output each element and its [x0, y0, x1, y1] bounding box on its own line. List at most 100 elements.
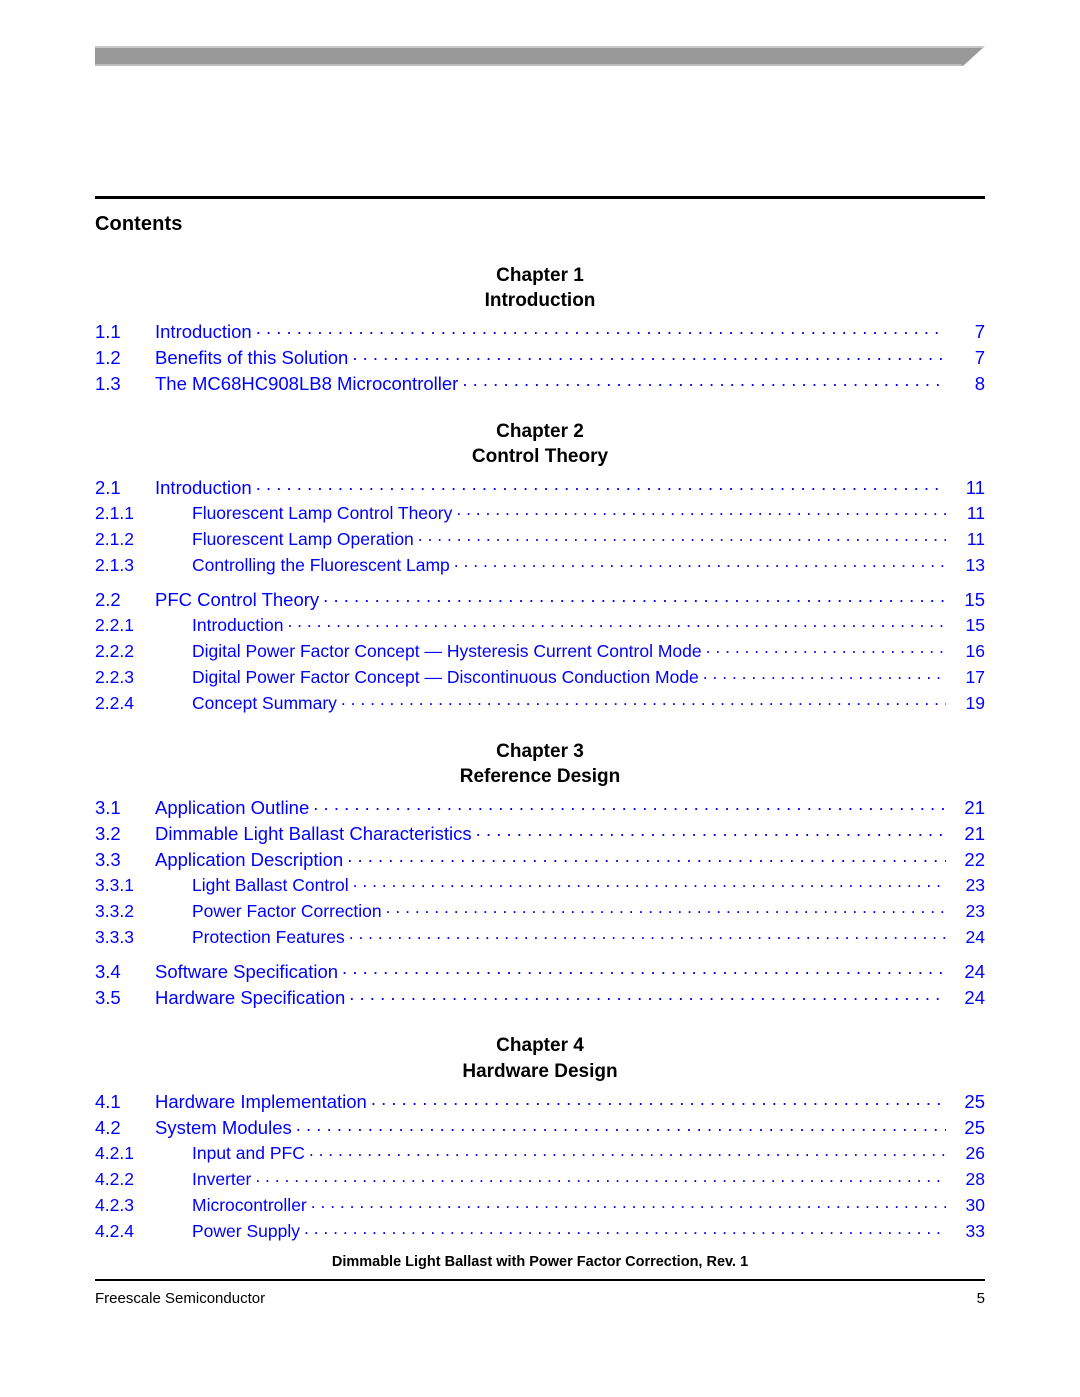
toc-entry-page: 15 — [965, 614, 985, 635]
toc-entry-list: 4.1 Hardware Implementation 25 4.2 System Mo… — [95, 1090, 985, 1246]
toc-entry-title: Light Ballast Control — [192, 874, 349, 895]
page-title: Contents — [95, 213, 183, 235]
toc-leader-dots — [454, 553, 946, 571]
toc-entry[interactable]: 3.3 Application Description 22 — [95, 847, 985, 873]
toc-leader-dots — [296, 1116, 946, 1135]
toc-leader-dots — [323, 587, 946, 606]
toc-entry-page: 11 — [966, 528, 985, 549]
toc-leader-dots — [311, 1194, 946, 1212]
toc-entry-number: 4.1 — [95, 1091, 121, 1113]
header-rule — [95, 196, 985, 199]
toc-entry[interactable]: 1.2 Benefits of this Solution 7 — [95, 345, 985, 371]
toc-entry-page: 26 — [965, 1143, 985, 1164]
toc-entry[interactable]: 3.5 Hardware Specification 24 — [95, 985, 985, 1011]
toc-entry[interactable]: 2.1.2 Fluorescent Lamp Operation 11 — [95, 527, 985, 553]
toc-entry[interactable]: 2.2 PFC Control Theory 15 — [95, 587, 985, 613]
toc-entry-page: 21 — [964, 796, 985, 818]
toc-entry-page: 13 — [965, 554, 985, 575]
toc-entry-title: Controlling the Fluorescent Lamp — [192, 554, 450, 575]
toc-leader-dots — [313, 795, 946, 814]
toc-entry-title: Introduction — [155, 320, 252, 342]
toc-entry-number: 2.1.3 — [95, 554, 134, 575]
toc-entry-page: 17 — [965, 666, 985, 687]
toc-entry-number: 4.2.2 — [95, 1169, 134, 1190]
toc-entry[interactable]: 2.1.1 Fluorescent Lamp Control Theory 11 — [95, 501, 985, 527]
chapter-title: Hardware Design — [462, 1060, 618, 1082]
toc-entry-list: 2.1 Introduction 11 2.1.1 Fluorescent Lamp C… — [95, 475, 985, 717]
toc-entry-number: 3.1 — [95, 796, 121, 818]
toc-entry-title: Application Outline — [155, 796, 310, 818]
chapter-heading: Chapter 3 Reference Design — [95, 739, 985, 789]
toc-entry-title: Fluorescent Lamp Control Theory — [192, 502, 453, 523]
toc-leader-dots — [349, 985, 946, 1004]
toc-entry-number: 2.2 — [95, 588, 121, 610]
toc-entry[interactable]: 3.1 Application Outline 21 — [95, 795, 985, 821]
chapter-title: Introduction — [484, 290, 596, 312]
toc-entry[interactable]: 4.2.3 Microcontroller 30 — [95, 1194, 985, 1220]
toc-entry[interactable]: 2.2.1 Introduction 15 — [95, 613, 985, 639]
toc-entry-number: 2.1 — [95, 476, 121, 498]
toc-entry-page: 15 — [964, 588, 985, 610]
toc-entry-number: 3.3.3 — [95, 926, 134, 947]
toc-entry-page: 23 — [965, 900, 985, 921]
toc-entry[interactable]: 4.2.4 Power Supply 33 — [95, 1220, 985, 1246]
toc-leader-dots — [349, 925, 946, 943]
toc-entry-number: 2.2.2 — [95, 640, 134, 661]
toc-entry[interactable]: 3.4 Software Specification 24 — [95, 959, 985, 985]
chapter-block: Chapter 3 Reference Design 3.1 Application … — [95, 739, 985, 1011]
toc-leader-dots — [352, 345, 946, 364]
footer-company: Freescale Semiconductor — [95, 1289, 266, 1307]
toc-entry-number: 3.3 — [95, 848, 121, 870]
toc-entry-page: 25 — [964, 1091, 985, 1113]
toc-entry-number: 1.2 — [95, 346, 121, 368]
chapter-label: Chapter 2 — [496, 421, 584, 443]
toc-entry[interactable]: 4.2.1 Input and PFC 26 — [95, 1142, 985, 1168]
toc-entry-title: PFC Control Theory — [155, 588, 320, 610]
toc-entry-number: 3.2 — [95, 822, 121, 844]
toc-entry-title: The MC68HC908LB8 Microcontroller — [155, 372, 459, 394]
toc-entry[interactable]: 3.2 Dimmable Light Ballast Characteristic… — [95, 821, 985, 847]
toc-entry-title: Digital Power Factor Concept — Hysteresi… — [192, 640, 702, 661]
chapter-heading: Chapter 1 Introduction — [95, 263, 985, 313]
toc-entry[interactable]: 4.1 Hardware Implementation 25 — [95, 1090, 985, 1116]
chapter-label: Chapter 1 — [496, 265, 584, 286]
footer-rule — [95, 1279, 985, 1281]
toc-entry[interactable]: 1.3 The MC68HC908LB8 Microcontroller 8 — [95, 371, 985, 397]
toc-entry-title: Introduction — [192, 614, 284, 635]
toc-entry[interactable]: 2.1 Introduction 11 — [95, 475, 985, 501]
toc-entry[interactable]: 2.2.3 Digital Power Factor Concept — Disc… — [95, 665, 985, 691]
toc-leader-dots — [386, 899, 946, 917]
toc-entry-title: Benefits of this Solution — [155, 346, 349, 368]
toc-entry-page: 11 — [965, 476, 985, 498]
toc-entry[interactable]: 2.2.4 Concept Summary 19 — [95, 691, 985, 717]
toc-entry[interactable]: 3.3.1 Light Ballast Control 23 — [95, 873, 985, 899]
toc-entry-number: 4.2.4 — [95, 1221, 134, 1242]
toc-entry-page: 11 — [966, 502, 985, 523]
toc-leader-dots — [462, 371, 946, 390]
toc-entry[interactable]: 4.2.2 Inverter 28 — [95, 1168, 985, 1194]
toc-entry-title: Fluorescent Lamp Operation — [192, 528, 414, 549]
chapter-block: Chapter 2 Control Theory 2.1 Introduction 11… — [95, 419, 985, 717]
toc-entry[interactable]: 3.3.2 Power Factor Correction 23 — [95, 899, 985, 925]
toc-entry[interactable]: 1.1 Introduction 7 — [95, 319, 985, 345]
toc-entry-number: 3.3.2 — [95, 900, 134, 921]
toc-entry-number: 4.2.1 — [95, 1143, 134, 1164]
chapter-label: Chapter 3 — [496, 741, 584, 763]
toc-entry-page: 21 — [964, 822, 985, 844]
toc-entry-page: 8 — [974, 372, 985, 394]
toc-entry-page: 22 — [964, 848, 985, 870]
toc-leader-dots — [476, 821, 946, 840]
toc-entry[interactable]: 2.2.2 Digital Power Factor Concept — Hyst… — [95, 639, 985, 665]
toc-entry-number: 3.5 — [95, 986, 121, 1008]
toc-entry-number: 2.1.1 — [95, 502, 134, 523]
toc-entry[interactable]: 3.3.3 Protection Features 24 — [95, 925, 985, 951]
toc-entry[interactable]: 4.2 System Modules 25 — [95, 1116, 985, 1142]
toc-leader-dots — [706, 639, 946, 657]
toc-leader-dots — [418, 527, 946, 545]
toc-entry-number: 2.1.2 — [95, 528, 134, 549]
toc-leader-dots — [287, 613, 946, 631]
toc-entry[interactable]: 2.1.3 Controlling the Fluorescent Lamp 13 — [95, 553, 985, 579]
toc-entry-number: 2.2.3 — [95, 666, 134, 687]
